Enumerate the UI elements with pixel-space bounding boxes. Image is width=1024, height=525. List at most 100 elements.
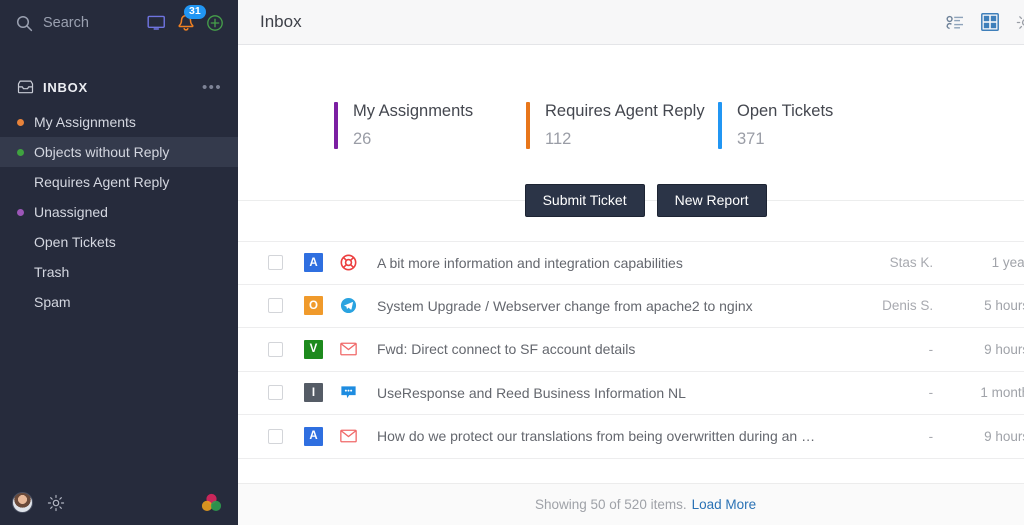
table-row[interactable]: I UseResponse and Reed Business Informat…: [238, 372, 1024, 416]
top-bar: Inbox: [238, 0, 1024, 45]
search-input[interactable]: [43, 15, 133, 31]
stat-value: 112: [545, 130, 572, 149]
settings-gear-icon[interactable]: [1016, 13, 1024, 32]
sidebar-item-label: Spam: [34, 294, 71, 310]
table-row[interactable]: O System Upgrade / Webserver change from…: [238, 285, 1024, 329]
notifications-bell[interactable]: 31: [177, 4, 206, 33]
ticket-subject: A bit more information and integration c…: [377, 254, 683, 271]
sidebar-item-requires-agent-reply[interactable]: Requires Agent Reply: [0, 167, 238, 197]
ticket-author: -: [928, 385, 934, 401]
ticket-time: 9 hours: [984, 428, 1024, 444]
sidebar-item-label: Requires Agent Reply: [34, 174, 170, 190]
notification-count-badge: 31: [184, 4, 206, 20]
row-checkbox[interactable]: [268, 341, 283, 357]
status-dot-placeholder: [17, 239, 24, 246]
gear-icon[interactable]: [47, 494, 65, 512]
submit-ticket-button[interactable]: Submit Ticket: [524, 183, 645, 217]
sidebar-item-unassigned[interactable]: Unassigned: [0, 197, 238, 227]
row-checkbox[interactable]: [268, 428, 283, 444]
ticket-time: 1 year: [991, 255, 1024, 271]
stat-title: Open Tickets: [737, 102, 834, 120]
ticket-author: -: [928, 341, 934, 357]
telegram-icon: [339, 297, 357, 315]
sidebar-item-objects-without-reply[interactable]: Objects without Reply: [0, 137, 238, 167]
plus-circle-icon[interactable]: [206, 14, 224, 32]
table-row[interactable]: V Fwd: Direct connect to SF account deta…: [238, 328, 1024, 372]
action-button-row: Submit Ticket New Report: [238, 178, 1024, 222]
search-box[interactable]: [16, 15, 147, 32]
status-dot-placeholder: [17, 269, 24, 276]
ticket-author: Stas K.: [889, 255, 934, 271]
footer-status-text: Showing 50 of 520 items.: [534, 497, 687, 512]
content-area: My Assignments 26 Requires Agent Reply 1…: [238, 45, 1024, 525]
ticket-author: Denis S.: [882, 298, 934, 314]
load-more-link[interactable]: Load More: [692, 497, 757, 512]
envelope-icon: [339, 427, 357, 445]
avatar[interactable]: [12, 492, 33, 513]
stat-title: My Assignments: [353, 102, 474, 120]
stat-accent-bar: [718, 102, 722, 149]
sidebar-item-label: My Assignments: [34, 114, 136, 130]
row-checkbox[interactable]: [268, 385, 283, 401]
grid-view-icon[interactable]: [981, 13, 1000, 31]
stat-title: Requires Agent Reply: [545, 102, 705, 120]
row-checkbox[interactable]: [268, 255, 283, 271]
lifebuoy-icon: [339, 254, 357, 272]
app-root: 31 INBOX •••: [0, 0, 1024, 525]
sidebar-section-menu-button[interactable]: •••: [202, 80, 222, 95]
ticket-time: 1 month: [980, 385, 1024, 401]
stat-accent-bar: [526, 102, 530, 149]
sidebar-item-open-tickets[interactable]: Open Tickets: [0, 227, 238, 257]
sidebar-item-my-assignments[interactable]: My Assignments: [0, 107, 238, 137]
list-footer: Showing 50 of 520 items. Load More: [238, 483, 1024, 525]
sidebar: 31 INBOX •••: [0, 0, 238, 525]
sidebar-section-header: INBOX •••: [0, 70, 238, 104]
stats-row: My Assignments 26 Requires Agent Reply 1…: [238, 45, 1024, 149]
status-dot: [17, 148, 24, 156]
page-title: Inbox: [260, 12, 302, 31]
chat-bubble-icon: [339, 384, 357, 402]
sidebar-item-label: Objects without Reply: [34, 144, 170, 160]
sidebar-item-trash[interactable]: Trash: [0, 257, 238, 287]
status-dot-placeholder: [17, 299, 24, 306]
sidebar-item-label: Unassigned: [34, 204, 108, 220]
table-row[interactable]: A How do we protect our translations fro…: [238, 415, 1024, 459]
brand-logo[interactable]: [201, 493, 222, 512]
status-dot: [17, 208, 24, 216]
sidebar-item-label: Open Tickets: [34, 234, 116, 250]
ticket-subject: Fwd: Direct connect to SF account detail…: [377, 341, 636, 358]
priority-badge: O: [304, 296, 323, 316]
ticket-subject: How do we protect our translations from …: [377, 428, 816, 445]
ticket-subject: UseResponse and Reed Business Informatio…: [377, 384, 686, 401]
top-bar-icons: [946, 13, 1024, 32]
stat-card-my-assignments[interactable]: My Assignments 26: [334, 102, 526, 149]
row-checkbox[interactable]: [268, 298, 283, 314]
ticket-time: 9 hours: [984, 341, 1024, 357]
priority-badge: V: [304, 339, 323, 359]
ticket-time: 5 hours: [984, 298, 1024, 314]
monitor-icon[interactable]: [147, 15, 166, 32]
main-panel: Inbox My Assignments 26 Requires Agent R…: [238, 0, 1024, 525]
stat-card-open-tickets[interactable]: Open Tickets 371: [718, 102, 910, 149]
priority-badge: A: [304, 426, 323, 446]
sidebar-bottom-bar: [0, 480, 238, 525]
new-report-button[interactable]: New Report: [656, 183, 767, 217]
envelope-icon: [339, 340, 357, 358]
status-dot: [17, 118, 24, 126]
stat-accent-bar: [334, 102, 338, 149]
status-dot-placeholder: [17, 179, 24, 186]
stat-card-requires-agent-reply[interactable]: Requires Agent Reply 112: [526, 102, 718, 149]
priority-badge: I: [304, 383, 323, 403]
sidebar-top-icons: 31: [147, 4, 224, 33]
ticket-author: -: [928, 428, 934, 444]
sidebar-nav-list: My Assignments Objects without Reply Req…: [0, 107, 238, 317]
stat-value: 26: [353, 130, 372, 149]
inbox-icon: [17, 80, 34, 94]
table-row[interactable]: A A bit more information and integration…: [238, 241, 1024, 285]
ticket-list: A A bit more information and integration…: [238, 241, 1024, 459]
sidebar-section-title: INBOX: [43, 79, 88, 95]
sidebar-item-label: Trash: [34, 264, 70, 280]
priority-badge: A: [304, 253, 323, 273]
sidebar-item-spam[interactable]: Spam: [0, 287, 238, 317]
filter-list-icon[interactable]: [946, 15, 964, 30]
